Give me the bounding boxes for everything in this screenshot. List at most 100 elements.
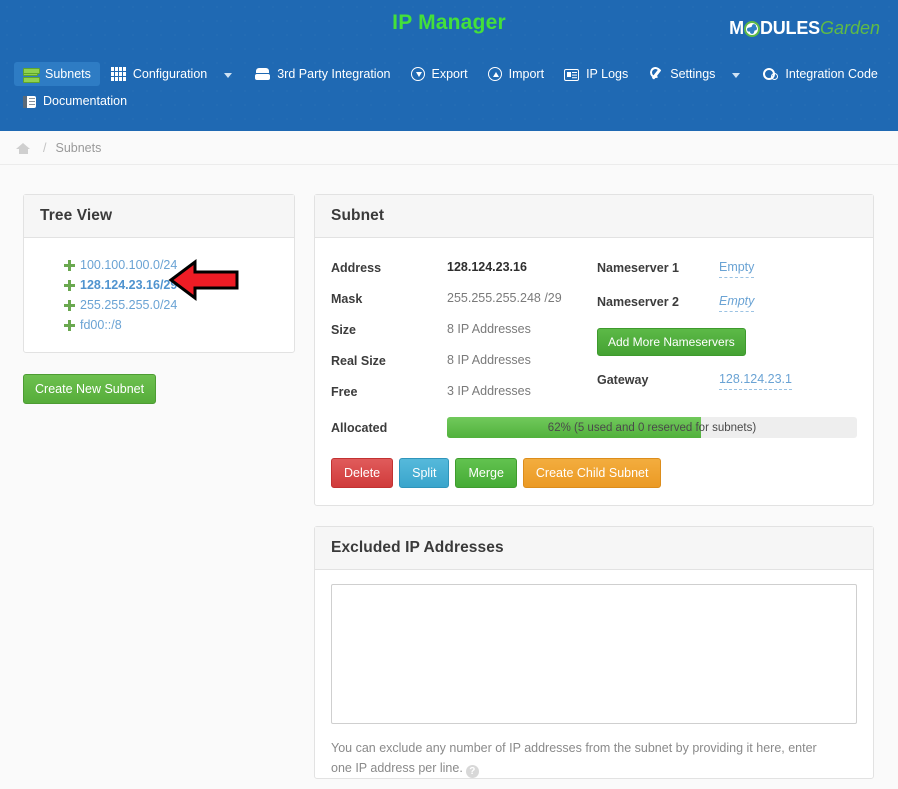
field-gateway: Gateway 128.124.23.1 — [597, 372, 857, 390]
gears-icon — [763, 67, 778, 81]
nav-label-export: Export — [432, 67, 468, 81]
field-label-size: Size — [331, 322, 447, 337]
nav-label-settings: Settings — [670, 67, 715, 81]
excluded-ip-body: You can exclude any number of IP address… — [315, 570, 873, 788]
field-size: Size 8 IP Addresses — [331, 322, 597, 337]
top-header-bar: IP Manager MDULESGarden Subnets Configur… — [0, 0, 898, 131]
tree-item-label: 128.124.23.16/29 — [80, 276, 177, 295]
nav-label-documentation: Documentation — [43, 94, 127, 108]
brand-prefix: M — [729, 18, 744, 38]
nav-item-ip-logs[interactable]: IP Logs — [555, 62, 637, 86]
grid-icon — [111, 67, 126, 81]
logs-window-icon — [564, 69, 579, 81]
nav-item-integration-code[interactable]: Integration Code — [754, 62, 886, 86]
question-mark-icon[interactable]: ? — [466, 765, 479, 778]
tree-item-subnet-2[interactable]: 128.124.23.16/29 — [44, 276, 278, 296]
field-label-address: Address — [331, 260, 447, 275]
chevron-down-icon-settings[interactable] — [732, 73, 740, 78]
tree-item-label: 255.255.255.0/24 — [80, 296, 177, 315]
book-icon — [23, 96, 36, 108]
tree-item-subnet-3[interactable]: 255.255.255.0/24 — [44, 296, 278, 316]
excluded-ip-textarea[interactable] — [331, 584, 857, 724]
field-label-mask: Mask — [331, 291, 447, 306]
create-new-subnet-button[interactable]: Create New Subnet — [23, 374, 156, 404]
field-label-allocated: Allocated — [331, 420, 447, 435]
subnet-panel-body: Address 128.124.23.16 Mask 255.255.255.2… — [315, 238, 873, 498]
nav-item-export[interactable]: Export — [402, 62, 477, 86]
breadcrumb-current: Subnets — [55, 141, 101, 155]
excluded-ip-panel: Excluded IP Addresses You can exclude an… — [314, 526, 874, 779]
move-icon — [64, 300, 75, 311]
nav-item-3rd-party-integration[interactable]: 3rd Party Integration — [246, 62, 399, 86]
home-icon[interactable] — [16, 141, 30, 154]
allocated-progress-bar: 62% (5 used and 0 reserved for subnets) — [447, 417, 857, 438]
field-address: Address 128.124.23.16 — [331, 260, 597, 275]
nav-label-ip-logs: IP Logs — [586, 67, 628, 81]
tree-item-subnet-1[interactable]: 100.100.100.0/24 — [44, 256, 278, 276]
tree-view-list: 100.100.100.0/24 128.124.23.16/29 255.25… — [24, 238, 294, 346]
merge-button[interactable]: Merge — [455, 458, 516, 488]
allocated-progress-label: 62% (5 used and 0 reserved for subnets) — [447, 417, 857, 438]
move-icon — [64, 320, 75, 331]
wrench-icon — [648, 67, 663, 81]
tree-view-panel: Tree View 100.100.100.0/24 128.124.23.16… — [23, 194, 295, 353]
add-more-nameservers-button[interactable]: Add More Nameservers — [597, 328, 746, 356]
field-value-size: 8 IP Addresses — [447, 322, 531, 336]
gateway-value[interactable]: 128.124.23.1 — [719, 372, 792, 390]
field-free: Free 3 IP Addresses — [331, 384, 597, 399]
delete-button[interactable]: Delete — [331, 458, 393, 488]
nav-label-integration-code: Integration Code — [785, 67, 877, 81]
nav-item-documentation[interactable]: Documentation — [14, 89, 136, 113]
nameserver-1-value[interactable]: Empty — [719, 260, 754, 278]
field-label-nameserver-2: Nameserver 2 — [597, 294, 719, 309]
move-icon — [64, 260, 75, 271]
tree-view-title: Tree View — [24, 195, 294, 238]
create-child-subnet-button[interactable]: Create Child Subnet — [523, 458, 662, 488]
globe-icon — [744, 21, 760, 37]
field-nameserver-1: Nameserver 1 Empty — [597, 260, 857, 278]
subnet-action-buttons: Delete Split Merge Create Child Subnet — [331, 458, 857, 488]
nav-item-configuration[interactable]: Configuration — [102, 62, 216, 86]
import-circle-icon — [488, 67, 502, 81]
field-value-free: 3 IP Addresses — [447, 384, 531, 398]
nav-item-settings[interactable]: Settings — [639, 62, 724, 86]
subnet-right-column: Nameserver 1 Empty Nameserver 2 Empty Ad… — [597, 260, 857, 415]
page-root: IP Manager MDULESGarden Subnets Configur… — [0, 0, 898, 789]
red-left-arrow-annotation — [168, 258, 240, 302]
brand-secondary: Garden — [820, 18, 880, 38]
field-real-size: Real Size 8 IP Addresses — [331, 353, 597, 368]
subnet-panel: Subnet Address 128.124.23.16 Mask 255.25… — [314, 194, 874, 506]
field-nameserver-2: Nameserver 2 Empty — [597, 294, 857, 312]
field-label-gateway: Gateway — [597, 372, 719, 387]
nav-label-configuration: Configuration — [133, 67, 207, 81]
modulesgarden-logo: M DULESGarden — [729, 17, 880, 39]
nameserver-2-value[interactable]: Empty — [719, 294, 754, 312]
field-label-nameserver-1: Nameserver 1 — [597, 260, 719, 275]
tree-item-label: fd00::/8 — [80, 316, 122, 335]
field-value-mask: 255.255.255.248 /29 — [447, 291, 562, 305]
split-button[interactable]: Split — [399, 458, 449, 488]
export-circle-icon — [411, 67, 425, 81]
tree-item-subnet-4[interactable]: fd00::/8 — [44, 316, 278, 336]
excluded-ip-help-label: You can exclude any number of IP address… — [331, 741, 817, 775]
people-icon — [255, 67, 270, 81]
nav-item-import[interactable]: Import — [479, 62, 553, 86]
chevron-down-icon-configuration[interactable] — [224, 73, 232, 78]
field-label-free: Free — [331, 384, 447, 399]
field-label-real-size: Real Size — [331, 353, 447, 368]
breadcrumb: / Subnets — [0, 131, 898, 165]
nav-label-subnets: Subnets — [45, 67, 91, 81]
main-navigation: Subnets Configuration 3rd Party Integrat… — [14, 62, 894, 116]
field-mask: Mask 255.255.255.248 /29 — [331, 291, 597, 306]
nav-label-3rd-party: 3rd Party Integration — [277, 67, 390, 81]
subnets-icon — [23, 67, 38, 81]
breadcrumb-separator: / — [43, 141, 46, 155]
nav-item-subnets[interactable]: Subnets — [14, 62, 100, 86]
subnet-left-column: Address 128.124.23.16 Mask 255.255.255.2… — [331, 260, 597, 415]
field-value-real-size: 8 IP Addresses — [447, 353, 531, 367]
excluded-ip-title: Excluded IP Addresses — [315, 527, 873, 570]
field-value-address: 128.124.23.16 — [447, 260, 527, 274]
nav-label-import: Import — [509, 67, 544, 81]
excluded-ip-help-text: You can exclude any number of IP address… — [331, 738, 831, 778]
brand-primary: DULES — [760, 18, 820, 38]
